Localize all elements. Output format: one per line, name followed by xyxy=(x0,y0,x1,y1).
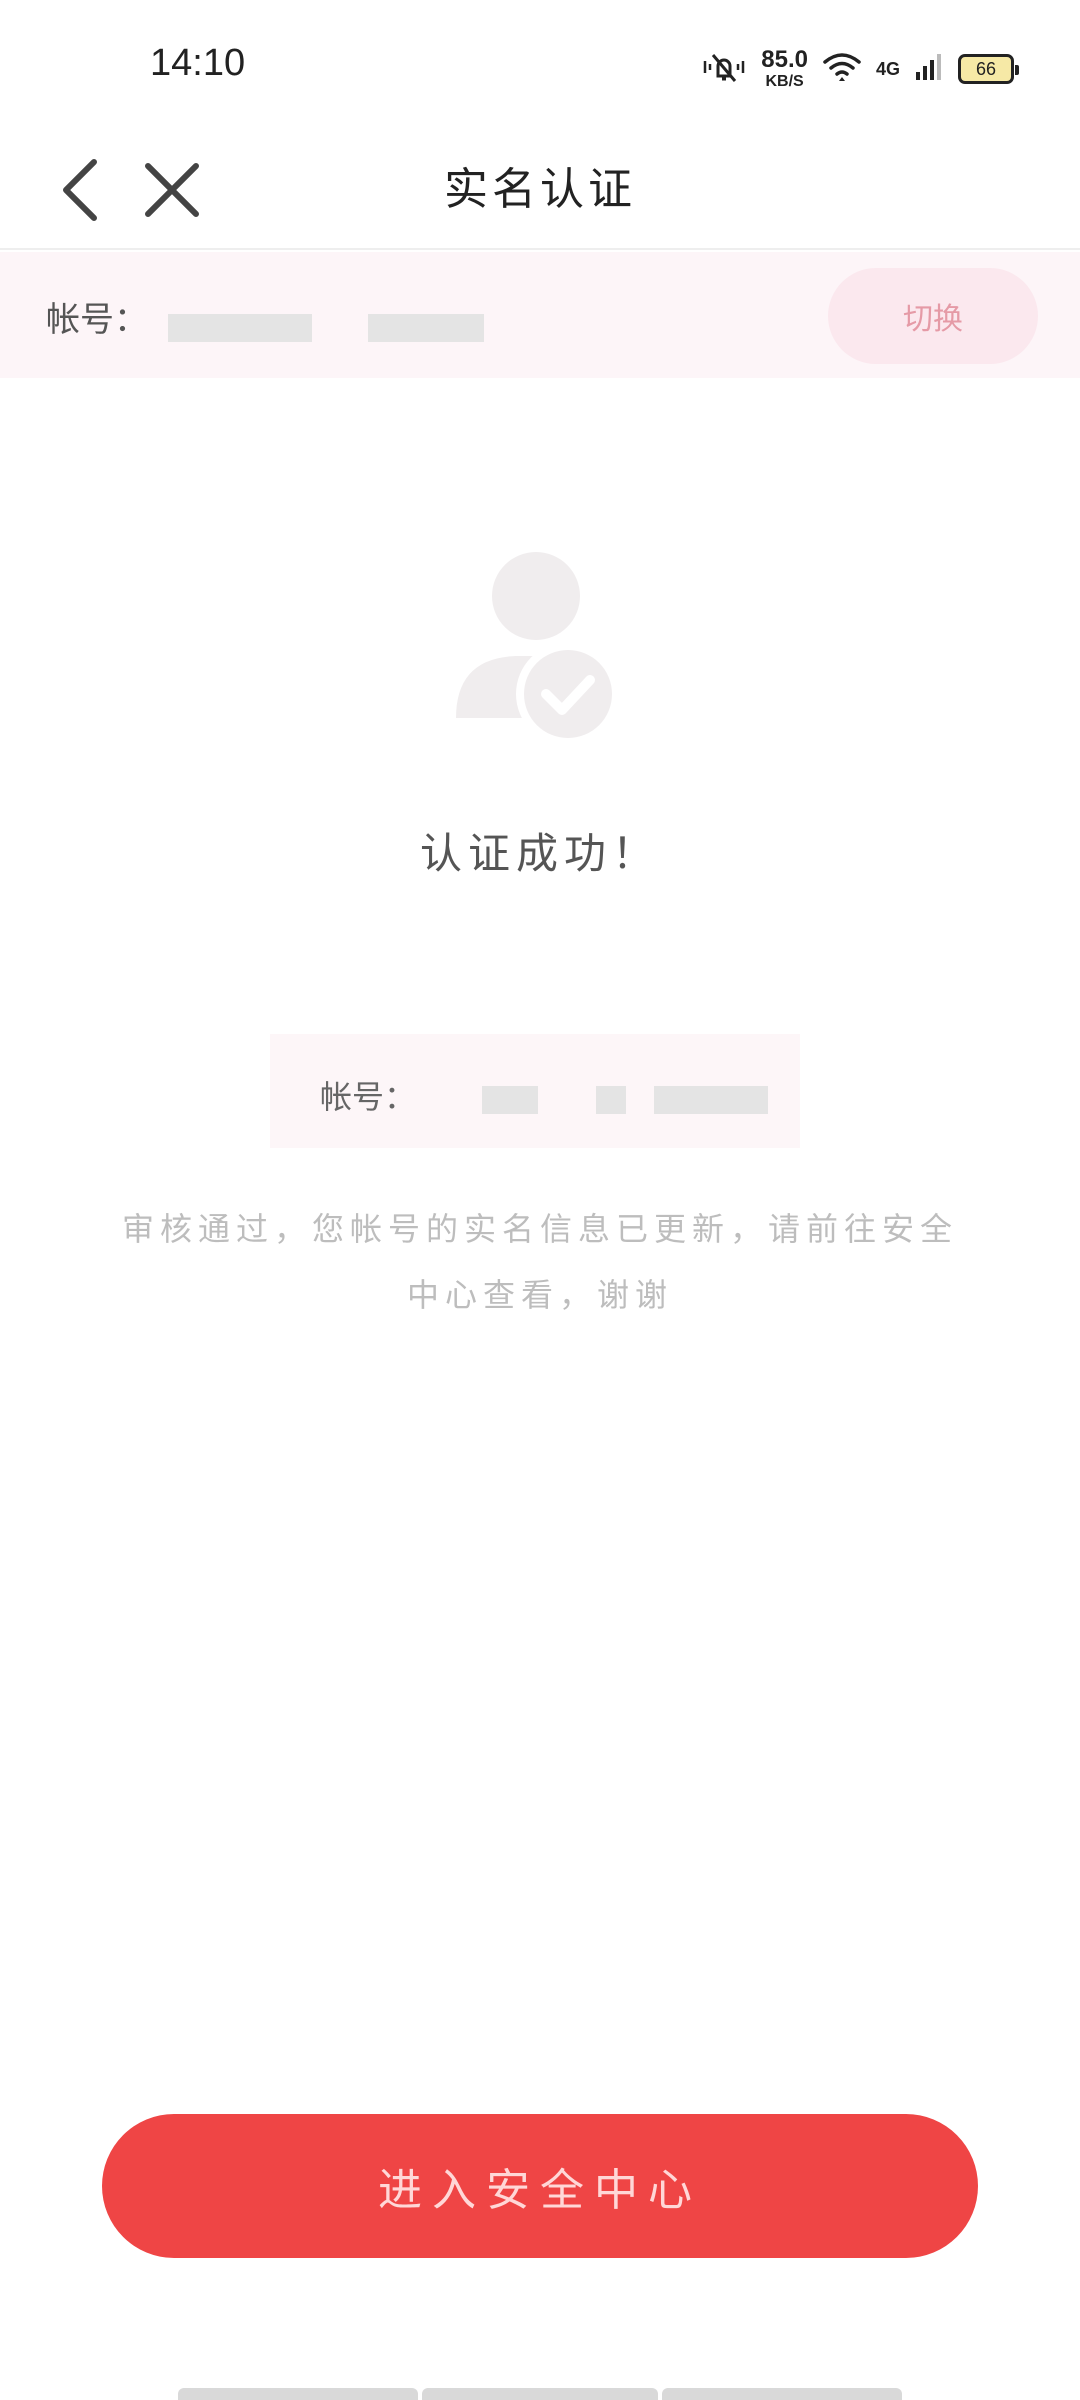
verification-description: 审核通过，您帐号的实名信息已更新，请前往安全中心查看，谢谢 xyxy=(121,1210,958,1314)
network-type: 4G xyxy=(875,58,900,79)
mute-vibrate-icon xyxy=(701,49,747,89)
account-info-box: 帐号： xyxy=(270,1034,800,1148)
status-time: 14:10 xyxy=(150,42,246,84)
network-speed-value: 85.0 xyxy=(761,46,808,73)
account-bar: 帐号： 切换 xyxy=(0,252,1080,378)
enter-security-center-button[interactable]: 进入安全中心 xyxy=(102,2114,978,2258)
page-title: 实名认证 xyxy=(444,164,636,215)
switch-account-button[interactable]: 切换 xyxy=(828,268,1038,364)
page: 14:10 85.0 KB/S 4G 66 实名认证 帐号： 切换 认证成功！ … xyxy=(0,0,1080,2400)
battery-icon: 66 xyxy=(958,54,1019,84)
wifi-icon xyxy=(822,51,862,87)
account-info-label: 帐号： xyxy=(320,1078,417,1116)
network-speed-unit: KB/S xyxy=(765,73,804,90)
success-title: 认证成功！ xyxy=(419,829,660,878)
network-speed: 85.0 KB/S xyxy=(761,48,808,90)
user-verified-icon xyxy=(456,548,624,748)
nav-bar: 实名认证 xyxy=(0,130,1080,250)
status-icons: 85.0 KB/S 4G 66 xyxy=(701,44,1019,94)
status-bar: 14:10 85.0 KB/S 4G 66 xyxy=(0,0,1080,130)
cellular-signal-icon xyxy=(914,52,944,86)
account-label: 帐号： xyxy=(46,300,148,340)
